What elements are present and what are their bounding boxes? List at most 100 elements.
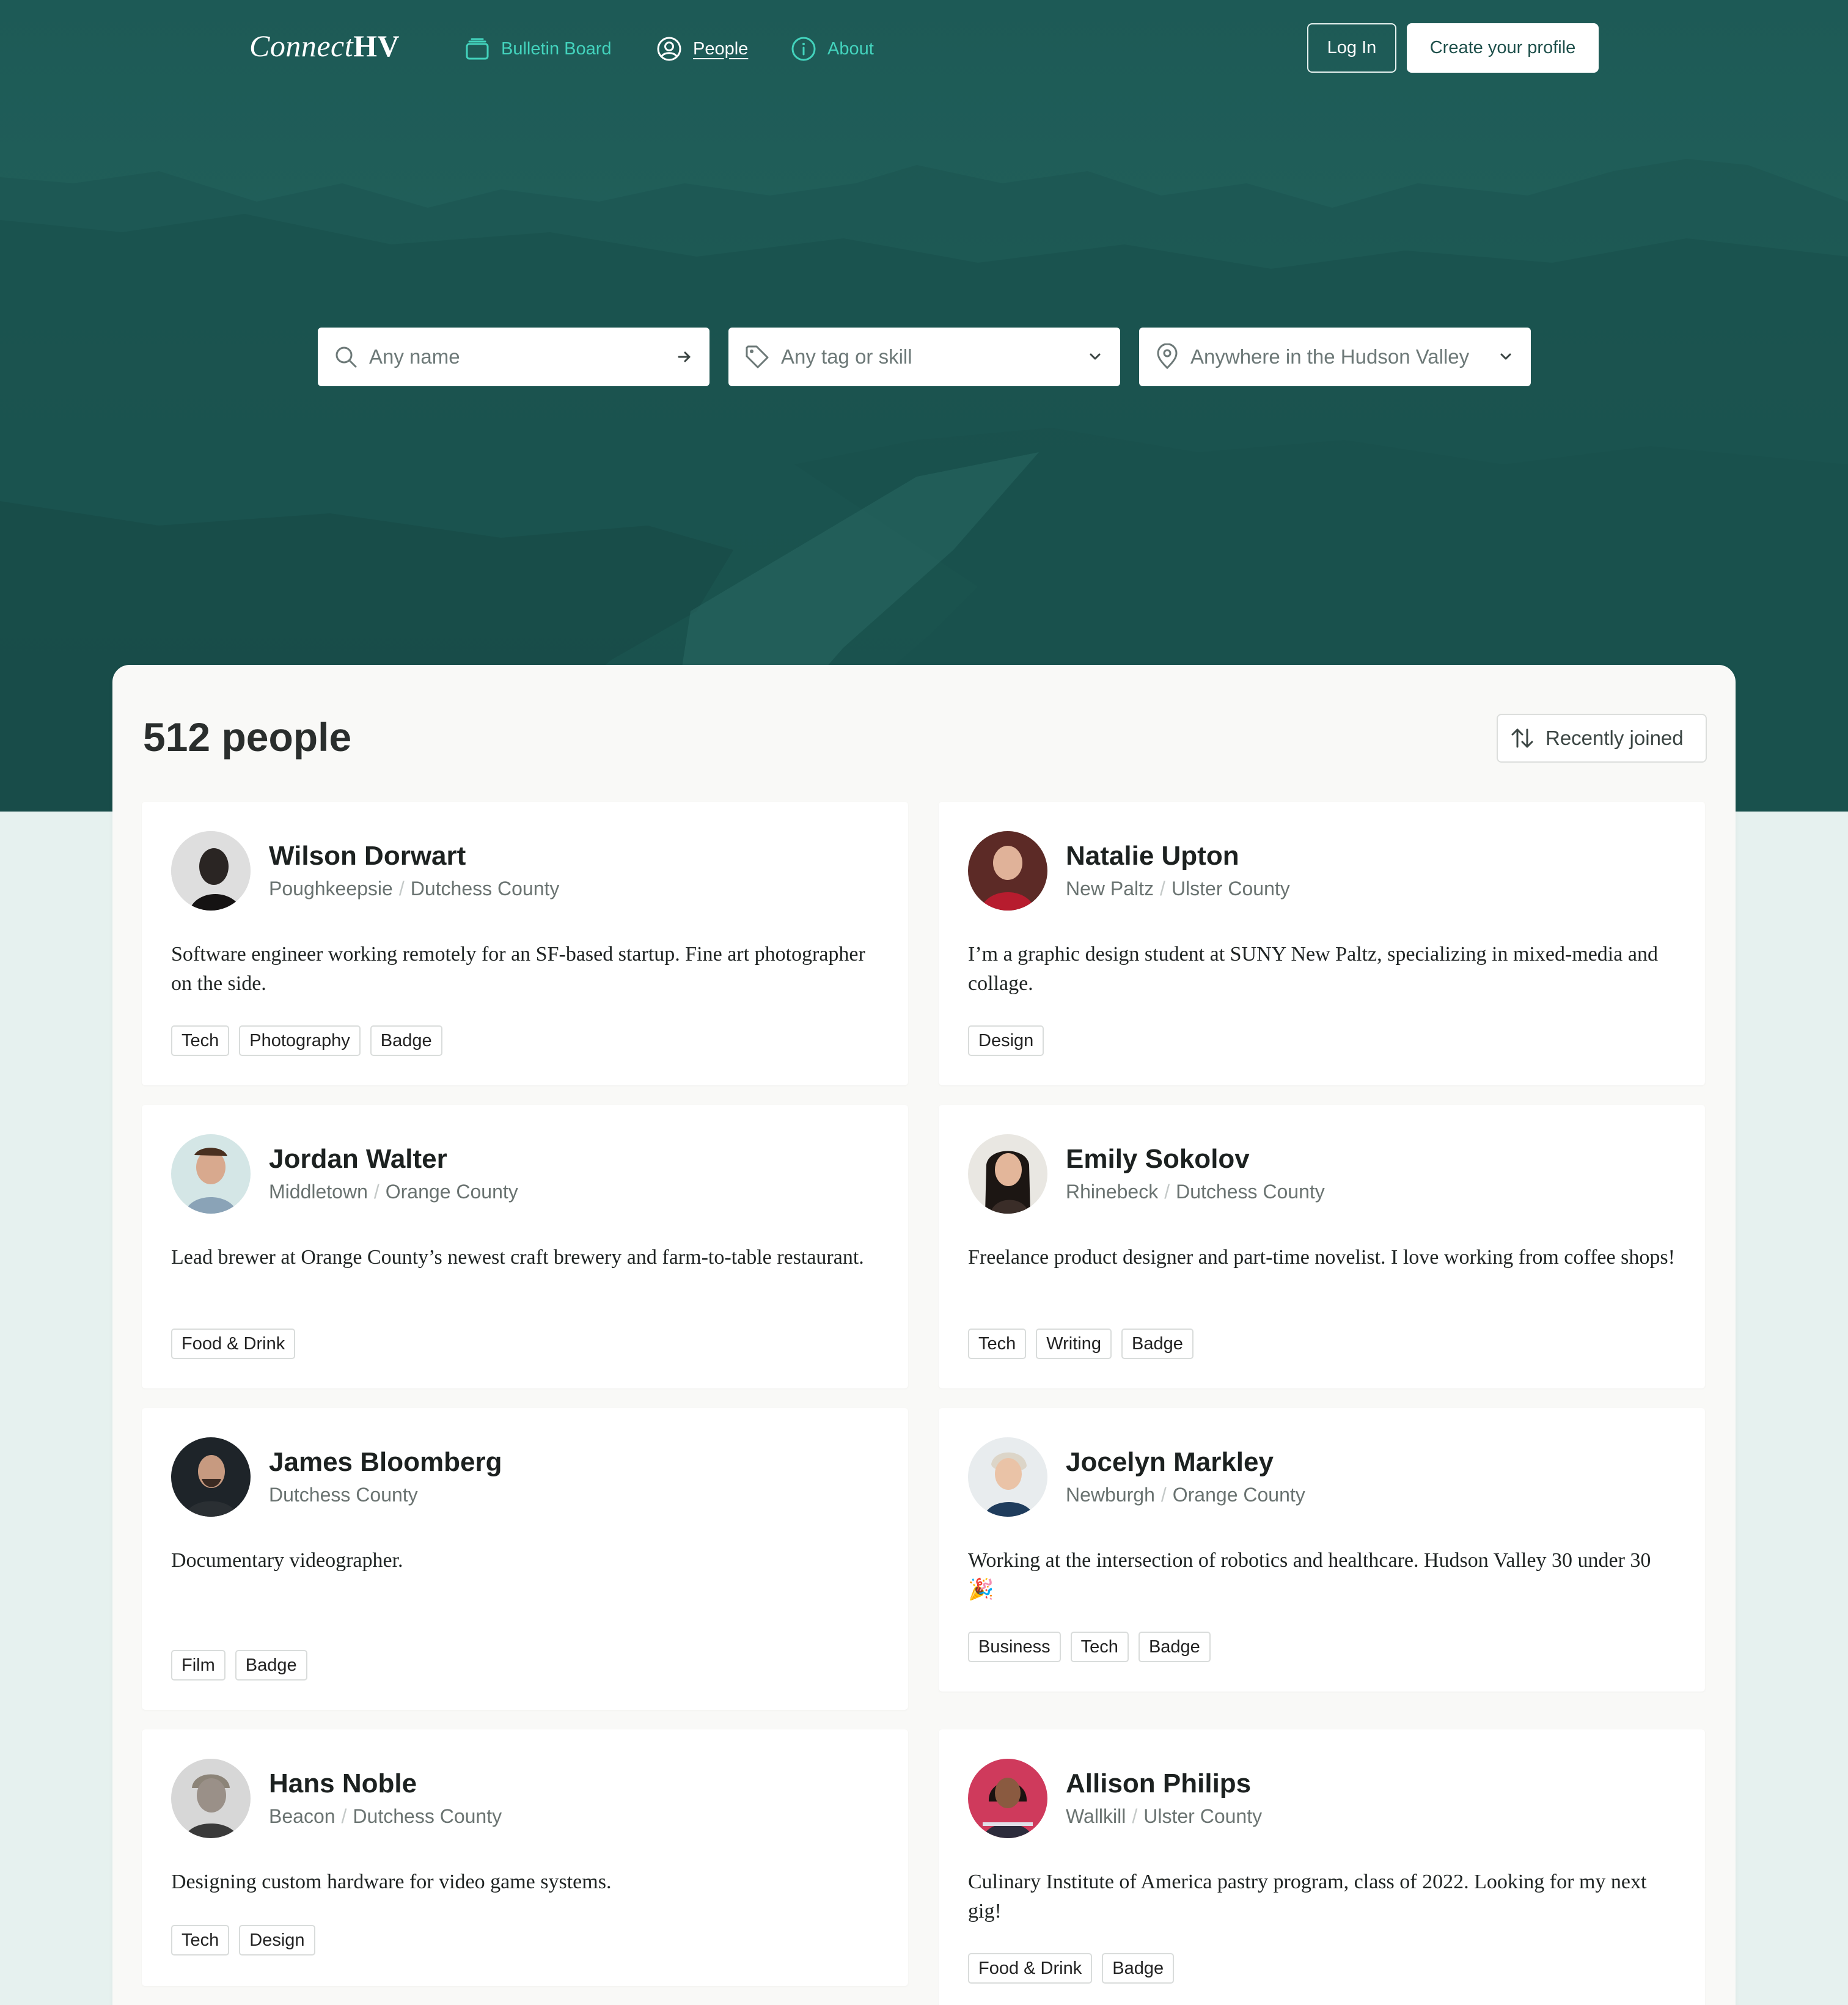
person-city: Beacon (269, 1805, 336, 1827)
person-county: Dutchess County (1176, 1181, 1325, 1203)
person-location: Newburgh / Orange County (1066, 1484, 1305, 1506)
login-button[interactable]: Log In (1307, 23, 1396, 73)
top-navigation: ConnectHV Bulletin Board People About Lo… (0, 0, 1848, 98)
person-bio: Lead brewer at Orange County’s newest cr… (171, 1246, 864, 1269)
connecthv-logo[interactable]: ConnectHV (249, 28, 400, 64)
avatar (171, 831, 251, 911)
person-card[interactable]: Allison Philips Wallkill / Ulster County C… (939, 1729, 1705, 2005)
tag-chip[interactable]: Tech (1070, 1632, 1129, 1662)
person-card[interactable]: Emily Sokolov Rhinebeck / Dutchess County … (939, 1105, 1705, 1388)
person-bio: Freelance product designer and part-time… (968, 1246, 1675, 1269)
tag-chip[interactable]: Badge (1121, 1329, 1194, 1359)
tag-chip[interactable]: Tech (968, 1329, 1027, 1359)
avatar (968, 1759, 1047, 1838)
nav-bulletin-board-label: Bulletin Board (501, 38, 612, 59)
location-select[interactable]: Anywhere in the Hudson Valley (1139, 328, 1531, 386)
tag-list: Food & Drink Badge (968, 1953, 1184, 1984)
tag-chip[interactable]: Design (968, 1025, 1044, 1056)
person-city: Newburgh (1066, 1484, 1155, 1506)
tag-chip[interactable]: Business (968, 1632, 1061, 1662)
name-search-input[interactable]: Any name (318, 328, 710, 386)
location-separator: / (398, 878, 405, 900)
tag-icon (746, 345, 769, 368)
search-icon (336, 346, 357, 368)
person-location: Poughkeepsie / Dutchess County (269, 878, 559, 900)
person-card[interactable]: Natalie Upton New Paltz / Ulster County I’… (939, 802, 1705, 1085)
nav-about-label: About (827, 38, 874, 59)
person-card[interactable]: Hans Noble Beacon / Dutchess County Design… (142, 1729, 908, 1986)
person-name[interactable]: Allison Philips (1066, 1769, 1251, 1799)
bulletin-board-icon (466, 38, 489, 60)
person-card[interactable]: Wilson Dorwart Poughkeepsie / Dutchess Cou… (142, 802, 908, 1085)
info-circle-icon (791, 37, 816, 61)
chevron-down-icon (1090, 353, 1101, 360)
create-profile-button[interactable]: Create your profile (1407, 23, 1599, 73)
tag-chip[interactable]: Food & Drink (968, 1953, 1093, 1984)
person-name[interactable]: Natalie Upton (1066, 841, 1239, 871)
logo-text-bold: HV (353, 29, 400, 63)
tag-chip[interactable]: Tech (171, 1025, 230, 1056)
logo-text-light: Connect (249, 29, 354, 63)
tag-skill-select[interactable]: Any tag or skill (728, 328, 1120, 386)
tag-chip[interactable]: Photography (239, 1025, 361, 1056)
tag-list: Tech Writing Badge (968, 1329, 1203, 1359)
person-county: Ulster County (1143, 1805, 1263, 1827)
avatar (171, 1134, 251, 1214)
tag-chip[interactable]: Badge (1102, 1953, 1175, 1984)
nav-about[interactable]: About (791, 35, 874, 62)
person-card[interactable]: Jocelyn Markley Newburgh / Orange County W… (939, 1408, 1705, 1692)
person-name[interactable]: Jocelyn Markley (1066, 1447, 1274, 1478)
person-location: Dutchess County (269, 1484, 418, 1506)
tag-chip[interactable]: Film (171, 1650, 226, 1681)
person-card[interactable]: Jordan Walter Middletown / Orange County L… (142, 1105, 908, 1388)
person-name[interactable]: Emily Sokolov (1066, 1144, 1250, 1175)
tag-chip[interactable]: Tech (171, 1925, 230, 1956)
person-name[interactable]: Wilson Dorwart (269, 841, 466, 871)
person-location: Rhinebeck / Dutchess County (1066, 1181, 1325, 1203)
tag-list: Business Tech Badge (968, 1632, 1220, 1662)
user-circle-icon (657, 37, 681, 61)
tag-chip[interactable]: Badge (1138, 1632, 1211, 1662)
tag-chip[interactable]: Writing (1036, 1329, 1112, 1359)
person-card[interactable]: James Bloomberg Dutchess County Document… (142, 1408, 908, 1710)
person-county: Ulster County (1171, 878, 1290, 900)
person-location: Beacon / Dutchess County (269, 1805, 502, 1828)
person-bio: I’m a graphic design student at SUNY New… (968, 943, 1658, 995)
person-location: Middletown / Orange County (269, 1181, 518, 1203)
person-city: Middletown (269, 1181, 368, 1203)
nav-people[interactable]: People (656, 35, 748, 62)
person-city: Poughkeepsie (269, 878, 393, 900)
arrow-right-icon[interactable] (675, 348, 694, 366)
person-bio: Working at the intersection of robotics … (968, 1549, 1651, 1601)
avatar (171, 1759, 251, 1838)
person-name[interactable]: James Bloomberg (269, 1447, 502, 1478)
person-location: New Paltz / Ulster County (1066, 878, 1290, 900)
tag-chip[interactable]: Badge (370, 1025, 442, 1056)
person-name[interactable]: Jordan Walter (269, 1144, 447, 1175)
person-bio: Designing custom hardware for video game… (171, 1871, 612, 1893)
person-county: Orange County (385, 1181, 518, 1203)
person-city: New Paltz (1066, 878, 1154, 900)
person-bio: Documentary videographer. (171, 1549, 403, 1572)
tag-chip[interactable]: Food & Drink (171, 1329, 296, 1359)
person-county: Dutchess County (410, 878, 560, 900)
avatar (968, 1134, 1047, 1214)
person-city: Rhinebeck (1066, 1181, 1159, 1203)
location-pin-icon (1157, 343, 1178, 370)
nav-people-label: People (693, 38, 749, 59)
location-separator: / (1160, 1484, 1167, 1506)
tag-chip[interactable]: Design (239, 1925, 315, 1956)
tag-chip[interactable]: Badge (235, 1650, 307, 1681)
location-placeholder: Anywhere in the Hudson Valley (1190, 345, 1470, 368)
person-bio: Culinary Institute of America pastry pro… (968, 1871, 1647, 1923)
sort-arrows-icon (1511, 728, 1533, 748)
location-separator: / (341, 1805, 347, 1827)
location-separator: / (1132, 1805, 1138, 1827)
tag-list: Design (968, 1025, 1054, 1056)
person-county: Dutchess County (269, 1484, 418, 1506)
nav-bulletin-board[interactable]: Bulletin Board (464, 35, 612, 62)
person-name[interactable]: Hans Noble (269, 1769, 417, 1799)
tag-list: Food & Drink (171, 1329, 305, 1359)
tag-list: Tech Design (171, 1925, 325, 1956)
sort-button[interactable]: Recently joined (1497, 714, 1707, 763)
